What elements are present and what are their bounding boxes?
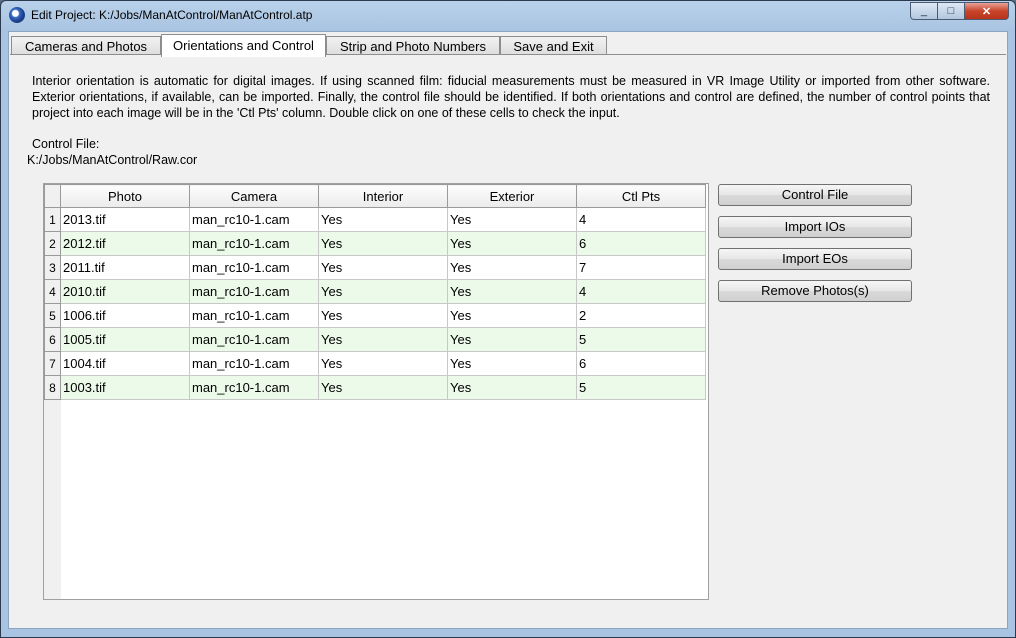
row-number[interactable]: 7 xyxy=(44,351,61,376)
window-controls: _ □ ✕ xyxy=(910,2,1009,20)
photo-orientation-grid[interactable]: Photo Camera Interior Exterior Ctl Pts 1… xyxy=(43,183,709,600)
cell-camera[interactable]: man_rc10-1.cam xyxy=(189,327,319,352)
cell-camera[interactable]: man_rc10-1.cam xyxy=(189,279,319,304)
close-icon: ✕ xyxy=(981,5,992,18)
column-header-interior[interactable]: Interior xyxy=(318,184,448,208)
cell-exterior[interactable]: Yes xyxy=(447,207,577,232)
cell-camera[interactable]: man_rc10-1.cam xyxy=(189,231,319,256)
column-header-camera[interactable]: Camera xyxy=(189,184,319,208)
tab-cameras-and-photos[interactable]: Cameras and Photos xyxy=(11,36,161,56)
cell-photo[interactable]: 2012.tif xyxy=(60,231,190,256)
control-file-button[interactable]: Control File xyxy=(718,184,912,206)
cell-photo[interactable]: 1005.tif xyxy=(60,327,190,352)
cell-photo[interactable]: 1003.tif xyxy=(60,375,190,400)
cell-ctl-pts[interactable]: 4 xyxy=(576,279,706,304)
cell-photo[interactable]: 2010.tif xyxy=(60,279,190,304)
table-row[interactable]: 1 2013.tif man_rc10-1.cam Yes Yes 4 xyxy=(44,207,706,232)
control-file-label: Control File: xyxy=(32,137,100,151)
table-row[interactable]: 6 1005.tif man_rc10-1.cam Yes Yes 5 xyxy=(44,327,706,352)
cell-interior[interactable]: Yes xyxy=(318,303,448,328)
row-number[interactable]: 6 xyxy=(44,327,61,352)
cell-exterior[interactable]: Yes xyxy=(447,231,577,256)
row-number[interactable]: 3 xyxy=(44,255,61,280)
tab-strip-and-photo-numbers[interactable]: Strip and Photo Numbers xyxy=(326,36,500,56)
cell-ctl-pts[interactable]: 5 xyxy=(576,375,706,400)
row-number[interactable]: 8 xyxy=(44,375,61,400)
cell-ctl-pts[interactable]: 2 xyxy=(576,303,706,328)
cell-exterior[interactable]: Yes xyxy=(447,279,577,304)
table-row[interactable]: 3 2011.tif man_rc10-1.cam Yes Yes 7 xyxy=(44,255,706,280)
cell-photo[interactable]: 2013.tif xyxy=(60,207,190,232)
tab-orientations-and-control[interactable]: Orientations and Control xyxy=(161,34,326,57)
table-row[interactable]: 8 1003.tif man_rc10-1.cam Yes Yes 5 xyxy=(44,375,706,400)
table-row[interactable]: 7 1004.tif man_rc10-1.cam Yes Yes 6 xyxy=(44,351,706,376)
cell-exterior[interactable]: Yes xyxy=(447,375,577,400)
column-header-photo[interactable]: Photo xyxy=(60,184,190,208)
import-ios-button[interactable]: Import IOs xyxy=(718,216,912,238)
minimize-button[interactable]: _ xyxy=(910,2,937,20)
cell-interior[interactable]: Yes xyxy=(318,351,448,376)
photo-table: Photo Camera Interior Exterior Ctl Pts 1… xyxy=(44,184,706,400)
cell-ctl-pts[interactable]: 6 xyxy=(576,351,706,376)
cell-camera[interactable]: man_rc10-1.cam xyxy=(189,207,319,232)
cell-interior[interactable]: Yes xyxy=(318,207,448,232)
instructions-text: Interior orientation is automatic for di… xyxy=(32,74,990,120)
cell-camera[interactable]: man_rc10-1.cam xyxy=(189,375,319,400)
row-number[interactable]: 4 xyxy=(44,279,61,304)
column-header-exterior[interactable]: Exterior xyxy=(447,184,577,208)
table-row[interactable]: 4 2010.tif man_rc10-1.cam Yes Yes 4 xyxy=(44,279,706,304)
cell-interior[interactable]: Yes xyxy=(318,255,448,280)
row-number[interactable]: 1 xyxy=(44,207,61,232)
remove-photos-button[interactable]: Remove Photos(s) xyxy=(718,280,912,302)
row-number[interactable]: 2 xyxy=(44,231,61,256)
cell-exterior[interactable]: Yes xyxy=(447,327,577,352)
cell-interior[interactable]: Yes xyxy=(318,375,448,400)
cell-exterior[interactable]: Yes xyxy=(447,255,577,280)
cell-photo[interactable]: 2011.tif xyxy=(60,255,190,280)
cell-camera[interactable]: man_rc10-1.cam xyxy=(189,351,319,376)
dialog-client: Cameras and Photos Orientations and Cont… xyxy=(8,31,1008,629)
cell-interior[interactable]: Yes xyxy=(318,279,448,304)
cell-ctl-pts[interactable]: 6 xyxy=(576,231,706,256)
row-number[interactable]: 5 xyxy=(44,303,61,328)
maximize-button[interactable]: □ xyxy=(937,2,964,20)
orientations-panel: Interior orientation is automatic for di… xyxy=(10,54,1006,628)
cell-exterior[interactable]: Yes xyxy=(447,303,577,328)
cell-interior[interactable]: Yes xyxy=(318,231,448,256)
column-header-ctl-pts[interactable]: Ctl Pts xyxy=(576,184,706,208)
grid-corner xyxy=(44,184,61,208)
cell-exterior[interactable]: Yes xyxy=(447,351,577,376)
app-icon xyxy=(9,7,25,23)
cell-camera[interactable]: man_rc10-1.cam xyxy=(189,303,319,328)
maximize-icon: □ xyxy=(947,5,955,17)
window-title: Edit Project: K:/Jobs/ManAtControl/ManAt… xyxy=(31,8,313,22)
tab-save-and-exit[interactable]: Save and Exit xyxy=(500,36,607,56)
cell-photo[interactable]: 1006.tif xyxy=(60,303,190,328)
import-eos-button[interactable]: Import EOs xyxy=(718,248,912,270)
cell-ctl-pts[interactable]: 5 xyxy=(576,327,706,352)
control-file-path: K:/Jobs/ManAtControl/Raw.cor xyxy=(27,153,198,167)
cell-ctl-pts[interactable]: 7 xyxy=(576,255,706,280)
main-window: Edit Project: K:/Jobs/ManAtControl/ManAt… xyxy=(0,0,1016,638)
minimize-icon: _ xyxy=(920,5,928,17)
close-button[interactable]: ✕ xyxy=(964,2,1009,20)
cell-interior[interactable]: Yes xyxy=(318,327,448,352)
cell-camera[interactable]: man_rc10-1.cam xyxy=(189,255,319,280)
table-row[interactable]: 2 2012.tif man_rc10-1.cam Yes Yes 6 xyxy=(44,231,706,256)
cell-photo[interactable]: 1004.tif xyxy=(60,351,190,376)
table-row[interactable]: 5 1006.tif man_rc10-1.cam Yes Yes 2 xyxy=(44,303,706,328)
title-bar[interactable]: Edit Project: K:/Jobs/ManAtControl/ManAt… xyxy=(1,1,1015,31)
cell-ctl-pts[interactable]: 4 xyxy=(576,207,706,232)
